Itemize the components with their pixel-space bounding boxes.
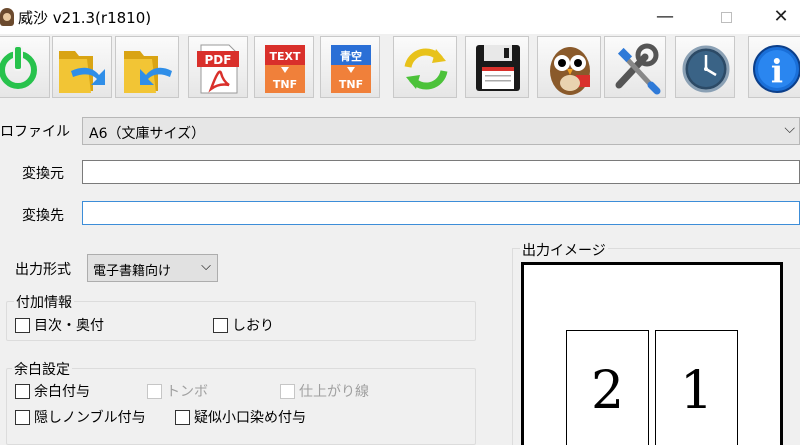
source-label: 変換元 [22, 166, 64, 182]
floppy-disk-icon [476, 45, 520, 91]
checkbox-box [175, 409, 190, 425]
folder-back-icon [124, 51, 172, 93]
folder-back-button[interactable] [115, 36, 179, 98]
open-folder-button[interactable] [52, 36, 112, 98]
toc-label: 目次・奥付 [34, 318, 104, 334]
chevron-down-icon: ⌵ [784, 121, 795, 137]
svg-text:i: i [771, 52, 783, 90]
output-format-label: 出力形式 [15, 262, 71, 278]
finish-line-label: 仕上がり線 [299, 384, 369, 400]
bookmark-label: しおり [232, 318, 274, 334]
svg-text:TEXT: TEXT [269, 50, 300, 63]
svg-text:TNF: TNF [273, 78, 297, 91]
preview-frame [521, 262, 783, 445]
source-field-box [82, 160, 800, 184]
refresh-icon [404, 48, 448, 90]
checkbox-box [280, 383, 295, 399]
preview-page-left: 2 [566, 330, 649, 445]
title-bar: 威沙 v21.3(r1810) — ✕ [0, 0, 800, 34]
dest-label: 変換先 [22, 208, 64, 224]
profile-label: ロファイル [0, 124, 70, 140]
hidden-nombre-checkbox[interactable]: 隠しノンブル付与 [15, 407, 146, 427]
text-tnf-icon: TEXT TNF [265, 45, 305, 93]
info-button[interactable]: i [748, 36, 800, 98]
maximize-button[interactable] [703, 0, 749, 34]
power-icon [0, 45, 37, 89]
aozora-tnf-icon: 青空 TNF [331, 45, 371, 93]
info-icon: i [753, 45, 800, 93]
add-margin-checkbox[interactable]: 余白付与 [15, 381, 90, 401]
tombo-checkbox[interactable]: トンボ [147, 381, 208, 401]
checkbox-box [15, 317, 30, 333]
preview-title: 出力イメージ [520, 240, 608, 260]
source-input[interactable] [83, 161, 799, 183]
chevron-down-icon: ⌵ [201, 259, 211, 274]
output-format-select[interactable]: 電子書籍向け ⌵ [87, 254, 218, 282]
pdf-button[interactable]: PDF [188, 36, 248, 98]
pdf-icon: PDF [197, 44, 239, 94]
output-format-value: 電子書籍向け [93, 264, 172, 279]
dest-input[interactable] [83, 202, 799, 224]
svg-text:PDF: PDF [205, 53, 232, 67]
svg-text:青空: 青空 [340, 49, 362, 63]
margin-settings-title: 余白設定 [12, 359, 72, 379]
app-icon [0, 8, 14, 26]
aozora-tnf-button[interactable]: 青空 TNF [320, 36, 380, 98]
add-margin-label: 余白付与 [34, 384, 90, 400]
owl-icon [550, 47, 590, 95]
maximize-icon [720, 12, 732, 23]
tombo-label: トンボ [166, 384, 208, 400]
close-button[interactable]: ✕ [758, 0, 800, 34]
checkbox-box [147, 383, 162, 399]
power-button[interactable] [0, 36, 50, 98]
svg-text:TNF: TNF [339, 78, 363, 91]
checkbox-box [15, 383, 30, 399]
toc-checkbox[interactable]: 目次・奥付 [15, 315, 104, 335]
fore-edge-dye-checkbox[interactable]: 疑似小口染め付与 [175, 407, 306, 427]
text-tnf-button[interactable]: TEXT TNF [254, 36, 314, 98]
folder-forward-icon [59, 51, 105, 93]
profile-select[interactable]: A6（文庫サイズ） ⌵ [82, 117, 800, 145]
dest-field-box [82, 201, 800, 225]
owl-button[interactable] [537, 36, 601, 98]
fore-edge-dye-label: 疑似小口染め付与 [194, 410, 306, 426]
toolbar: PDF TEXT TNF 青空 TNF i [0, 34, 800, 104]
clock-button[interactable] [675, 36, 735, 98]
preview-page-right: 1 [655, 330, 738, 445]
additional-info-title: 付加情報 [14, 292, 74, 312]
tools-icon [615, 43, 661, 95]
checkbox-box [15, 409, 30, 425]
tools-button[interactable] [604, 36, 666, 98]
finish-line-checkbox[interactable]: 仕上がり線 [280, 381, 369, 401]
window-title: 威沙 v21.3(r1810) [18, 9, 152, 27]
minimize-button[interactable]: — [642, 0, 688, 34]
checkbox-box [213, 317, 228, 333]
hidden-nombre-label: 隠しノンブル付与 [34, 410, 146, 426]
clock-icon [682, 45, 730, 93]
bookmark-checkbox[interactable]: しおり [213, 315, 274, 335]
refresh-button[interactable] [393, 36, 457, 98]
profile-value: A6（文庫サイズ） [89, 126, 206, 142]
save-button[interactable] [465, 36, 529, 98]
